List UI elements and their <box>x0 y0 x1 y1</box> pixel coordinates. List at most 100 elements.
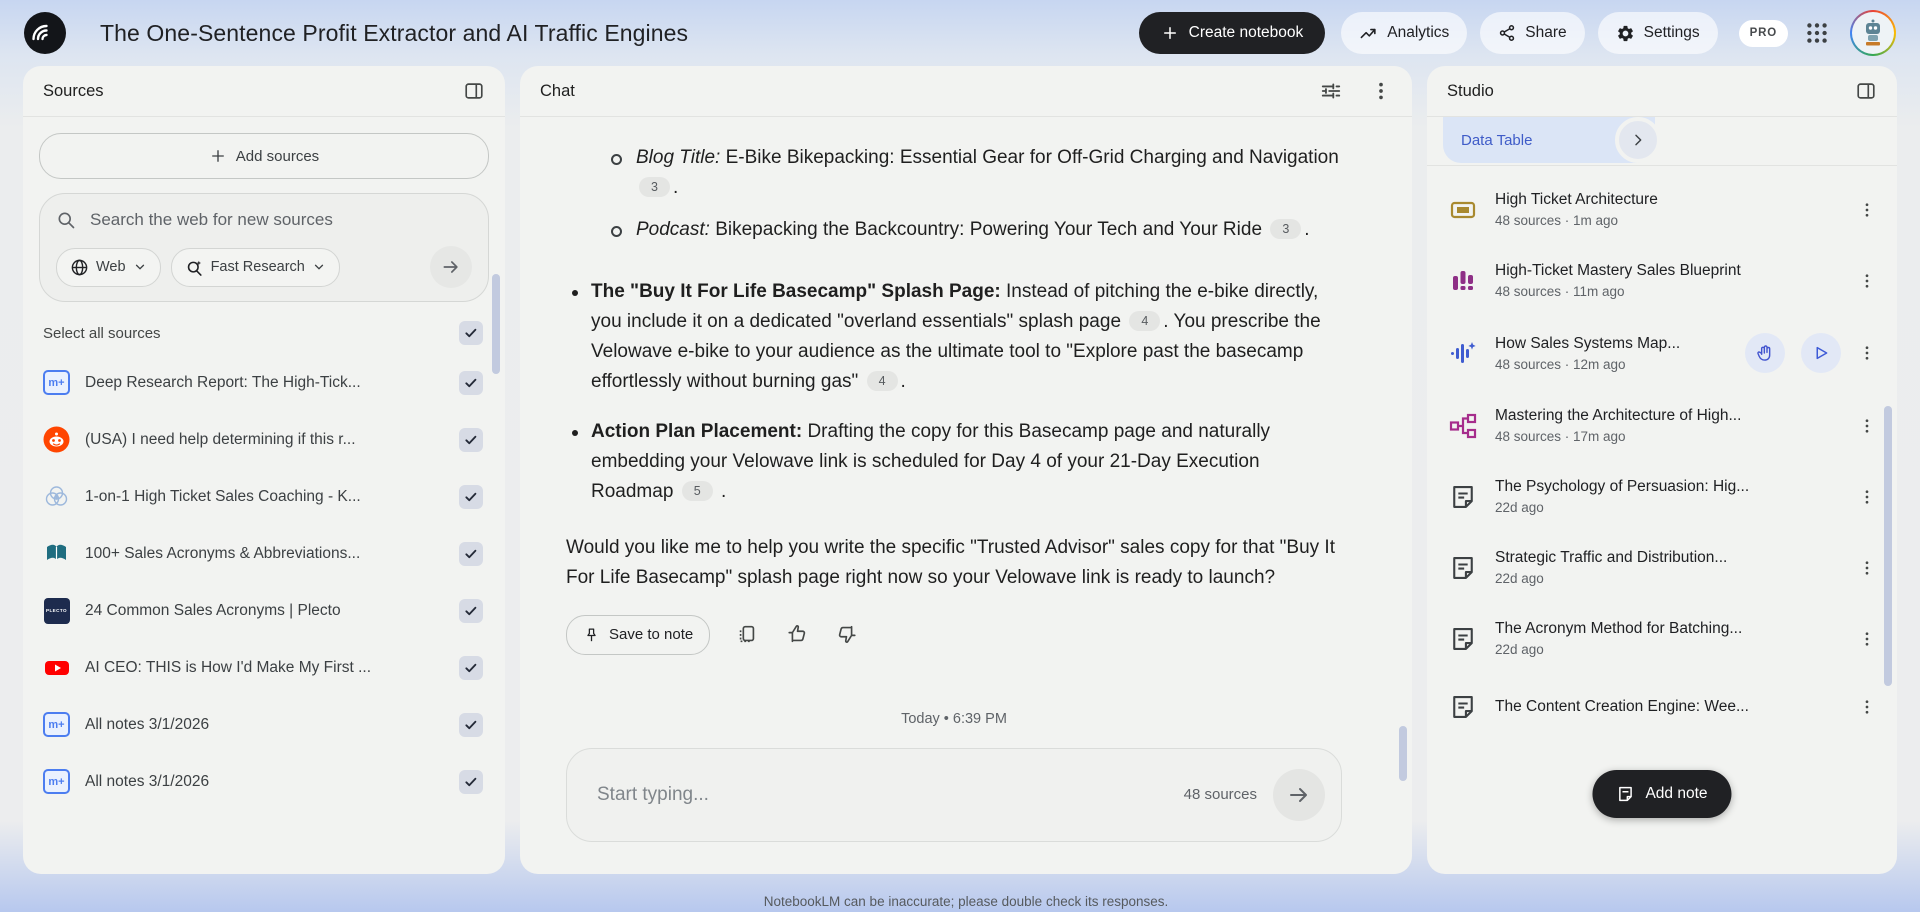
expand-panel-icon[interactable] <box>1855 80 1877 102</box>
plus-icon <box>209 147 227 165</box>
studio-item[interactable]: Mastering the Architecture of High... 48… <box>1443 390 1881 461</box>
interactive-mode-button[interactable] <box>1745 333 1785 373</box>
send-button[interactable] <box>1273 769 1325 821</box>
item-menu-icon[interactable] <box>1857 269 1877 293</box>
source-row[interactable]: m+ Deep Research Report: The High-Tick..… <box>39 354 489 411</box>
venn-favicon-icon <box>43 483 70 510</box>
web-search-box: Web Fast Research <box>39 193 489 302</box>
chat-panel-title: Chat <box>540 81 575 100</box>
globe-icon <box>70 258 89 277</box>
source-checkbox[interactable] <box>459 427 483 452</box>
item-menu-icon[interactable] <box>1857 695 1877 719</box>
studio-create-chips: Data Table <box>1443 117 1881 165</box>
thumbs-down-icon[interactable] <box>836 623 860 647</box>
youtube-icon <box>43 654 70 681</box>
source-checkbox[interactable] <box>459 655 483 680</box>
share-button[interactable]: Share <box>1480 12 1585 54</box>
robot-avatar-image <box>1852 12 1894 54</box>
reddit-icon <box>43 426 70 453</box>
note-icon <box>1447 691 1479 723</box>
source-row[interactable]: 100+ Sales Acronyms & Abbreviations... <box>39 525 489 582</box>
studio-item[interactable]: How Sales Systems Map... 48 sources · 12… <box>1443 316 1881 390</box>
item-menu-icon[interactable] <box>1857 414 1877 438</box>
analytics-button[interactable]: Analytics <box>1341 12 1468 54</box>
save-to-note-button[interactable]: Save to note <box>566 615 711 655</box>
studio-item[interactable]: The Content Creation Engine: Wee... <box>1443 674 1881 740</box>
chat-bullet-list: The "Buy It For Life Basecamp" Splash Pa… <box>566 257 1342 507</box>
settings-button[interactable]: Settings <box>1597 12 1718 54</box>
pro-badge: PRO <box>1738 19 1788 47</box>
studio-scrollbar[interactable] <box>1884 406 1892 686</box>
notebook-title: The One-Sentence Profit Extractor and AI… <box>100 19 689 46</box>
source-checkbox[interactable] <box>459 712 483 737</box>
chips-scroll-right-button[interactable] <box>1615 117 1661 163</box>
search-input[interactable] <box>88 209 472 231</box>
citation-badge[interactable]: 3 <box>639 177 670 197</box>
source-row[interactable]: 1-on-1 High Ticket Sales Coaching - K... <box>39 468 489 525</box>
item-menu-icon[interactable] <box>1857 485 1877 509</box>
source-row[interactable]: AI CEO: THIS is How I'd Make My First ..… <box>39 639 489 696</box>
source-checkbox[interactable] <box>459 484 483 509</box>
chat-input[interactable] <box>595 783 1184 807</box>
note-icon <box>1447 623 1479 655</box>
plus-icon <box>1161 24 1179 42</box>
select-all-checkbox[interactable] <box>459 321 483 345</box>
studio-item[interactable]: Strategic Traffic and Distribution... 22… <box>1443 532 1881 603</box>
source-row[interactable]: (USA) I need help determining if this r.… <box>39 411 489 468</box>
source-checkbox[interactable] <box>459 769 483 794</box>
add-sources-button[interactable]: Add sources <box>39 133 489 179</box>
user-avatar[interactable] <box>1850 10 1896 56</box>
studio-item[interactable]: High-Ticket Mastery Sales Blueprint 48 s… <box>1443 245 1881 316</box>
play-button[interactable] <box>1801 333 1841 373</box>
notebooklm-logo-icon[interactable] <box>24 12 66 54</box>
add-note-button[interactable]: Add note <box>1592 770 1732 818</box>
bar-chart-icon <box>1447 265 1479 297</box>
source-checkbox[interactable] <box>459 598 483 623</box>
notebooklm-app: The One-Sentence Profit Extractor and AI… <box>0 0 1920 912</box>
sources-scrollbar[interactable] <box>492 274 500 374</box>
more-menu-icon[interactable] <box>1370 80 1392 102</box>
citation-badge[interactable]: 3 <box>1270 219 1302 239</box>
studio-panel-header: Studio <box>1427 66 1897 117</box>
citation-badge[interactable]: 5 <box>681 481 713 501</box>
studio-item-list: High Ticket Architecture 48 sources · 1m… <box>1427 166 1897 874</box>
chat-scrollbar[interactable] <box>1399 726 1407 781</box>
citation-badge[interactable]: 4 <box>1129 311 1161 331</box>
chat-timestamp: Today • 6:39 PM <box>901 711 1007 727</box>
source-checkbox[interactable] <box>459 541 483 566</box>
audio-waveform-icon <box>1447 337 1479 369</box>
disclaimer-text: NotebookLM can be inaccurate; please dou… <box>763 894 1169 909</box>
chevron-down-icon <box>133 260 147 274</box>
collapse-panel-icon[interactable] <box>463 80 485 102</box>
source-checkbox[interactable] <box>459 370 483 395</box>
source-row[interactable]: m+ All notes 3/1/2026 <box>39 753 489 810</box>
studio-item[interactable]: The Acronym Method for Batching... 22d a… <box>1443 603 1881 674</box>
gear-icon <box>1616 24 1635 43</box>
note-icon <box>1447 552 1479 584</box>
copy-icon[interactable] <box>736 623 760 647</box>
citation-badge[interactable]: 4 <box>866 371 898 391</box>
search-icon <box>56 210 76 230</box>
source-row[interactable]: PLECTO 24 Common Sales Acronyms | Plecto <box>39 582 489 639</box>
main-content: Sources Add sources Search the web for n… <box>0 66 1920 874</box>
research-mode-dropdown[interactable]: Fast Research <box>170 247 340 287</box>
studio-item[interactable]: The Psychology of Persuasion: Hig... 22d… <box>1443 461 1881 532</box>
message-actions: Save to note <box>566 615 1342 655</box>
apps-grid-icon[interactable] <box>1804 20 1830 46</box>
chat-sub-bullet: Podcast: Bikepacking the Backcountry: Po… <box>604 215 1342 245</box>
item-menu-icon[interactable] <box>1857 556 1877 580</box>
item-menu-icon[interactable] <box>1857 341 1877 365</box>
chat-messages: Blog Title: E-Bike Bikepacking: Essentia… <box>520 117 1412 874</box>
web-filter-dropdown[interactable]: Web <box>56 247 161 287</box>
tune-icon[interactable] <box>1320 80 1342 102</box>
item-menu-icon[interactable] <box>1857 198 1877 222</box>
thumbs-up-icon[interactable] <box>786 623 810 647</box>
notebooklm-note-icon: m+ <box>43 711 70 738</box>
create-notebook-button[interactable]: Create notebook <box>1138 12 1326 54</box>
search-submit-button[interactable] <box>430 246 472 288</box>
app-header: The One-Sentence Profit Extractor and AI… <box>0 0 1920 66</box>
studio-item[interactable]: High Ticket Architecture 48 sources · 1m… <box>1443 174 1881 245</box>
item-menu-icon[interactable] <box>1857 627 1877 651</box>
chat-closing-paragraph: Would you like me to help you write the … <box>566 537 1335 588</box>
source-row[interactable]: m+ All notes 3/1/2026 <box>39 696 489 753</box>
